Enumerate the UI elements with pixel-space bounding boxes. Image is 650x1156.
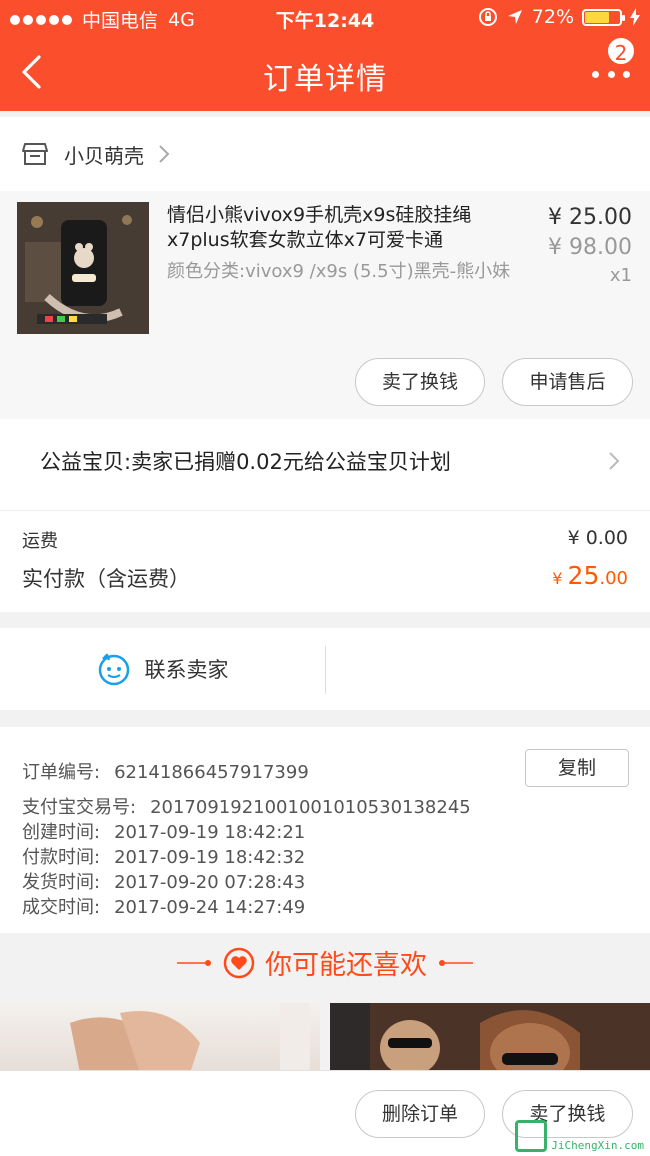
fee-summary: 运费 ¥ 0.00 实付款（含运费） ¥ 25.00 <box>0 511 650 612</box>
recommend-product-image-1[interactable] <box>0 1003 320 1073</box>
deal-time-label: 成交时间: <box>22 897 101 918</box>
bottom-action-bar: 删除订单 卖了换钱 JiChengXin.com <box>0 1070 650 1156</box>
more-dots-icon <box>592 70 599 78</box>
shop-name: 小贝萌壳 <box>64 143 144 168</box>
page-title: 订单详情 <box>263 62 387 97</box>
app-header: 中国电信 4G 下午12:44 72% 订单详情 2 <box>0 0 650 111</box>
decor-line-right-icon <box>437 958 473 968</box>
paid-decimal: .00 <box>599 568 628 589</box>
store-icon <box>22 143 48 165</box>
current-price: ¥ 25.00 <box>548 205 632 230</box>
sell-item-button[interactable]: 卖了换钱 <box>355 358 485 406</box>
status-bar: 中国电信 4G 下午12:44 72% <box>0 0 650 36</box>
watermark-text: JiChengXin.com <box>551 1139 644 1152</box>
copy-button[interactable]: 复制 <box>525 749 629 787</box>
charity-text: 公益宝贝:卖家已捐赠0.02元给公益宝贝计划 <box>40 450 451 474</box>
contact-bar: 联系卖家 <box>0 628 650 710</box>
notification-badge: 2 <box>606 36 636 66</box>
chevron-right-icon <box>158 144 170 164</box>
charging-bolt-icon <box>630 8 640 26</box>
shipping-value: ¥ 0.00 <box>567 527 628 549</box>
shop-row[interactable]: 小贝萌壳 <box>0 117 650 191</box>
order-number-label: 订单编号: <box>22 762 101 783</box>
paid-time-value: 2017-09-19 18:42:32 <box>114 847 306 868</box>
contact-seller-button[interactable]: 联系卖家 <box>0 628 325 710</box>
product-thumbnail[interactable] <box>17 202 149 334</box>
quantity: x1 <box>609 265 632 286</box>
paid-amount: ¥ 25.00 <box>552 561 628 590</box>
after-sale-button[interactable]: 申请售后 <box>502 358 633 406</box>
created-time-label: 创建时间: <box>22 822 101 843</box>
shipped-time-label: 发货时间: <box>22 872 101 893</box>
chat-face-icon <box>98 653 129 686</box>
created-time-value: 2017-09-19 18:42:21 <box>114 822 306 843</box>
deal-time-row: 成交时间: 2017-09-24 14:27:49 <box>22 893 305 919</box>
created-time-row: 创建时间: 2017-09-19 18:42:21 <box>22 818 305 844</box>
deal-time-value: 2017-09-24 14:27:49 <box>114 897 306 918</box>
contact-seller-label: 联系卖家 <box>144 658 229 682</box>
location-arrow-icon <box>507 10 522 24</box>
order-number-row: 订单编号: 62141866457917399 <box>22 758 309 784</box>
shipped-time-value: 2017-09-20 07:28:43 <box>114 872 306 893</box>
shipped-time-row: 发货时间: 2017-09-20 07:28:43 <box>22 868 305 894</box>
paid-time-label: 付款时间: <box>22 847 101 868</box>
order-item[interactable]: 情侣小熊vivox9手机壳x9s硅胶挂绳x7plus软套女款立体x7可爱卡通 颜… <box>0 191 650 419</box>
battery-percent: 72% <box>531 6 574 28</box>
order-number-value: 62141866457917399 <box>114 762 309 783</box>
recommend-title: 你可能还喜欢 <box>265 950 427 981</box>
alipay-trade-label: 支付宝交易号: <box>22 797 137 818</box>
battery-icon <box>582 8 625 26</box>
paid-time-row: 付款时间: 2017-09-19 18:42:32 <box>22 843 305 869</box>
alipay-trade-row: 支付宝交易号: 2017091921001001010530138245 <box>22 793 471 819</box>
product-spec: 颜色分类:vivox9 /x9s (5.5寸)黑壳-熊小妹 <box>167 261 511 282</box>
product-title[interactable]: 情侣小熊vivox9手机壳x9s硅胶挂绳x7plus软套女款立体x7可爱卡通 <box>167 203 517 253</box>
original-price: ¥ 98.00 <box>548 235 632 260</box>
chevron-right-icon <box>608 451 620 475</box>
watermark: JiChengXin.com <box>515 1120 644 1152</box>
paid-currency: ¥ <box>552 569 568 588</box>
recommend-header: 你可能还喜欢 <box>0 933 650 1003</box>
price-column: ¥ 25.00 ¥ 98.00 x1 <box>548 203 632 289</box>
paid-integer: 25 <box>567 561 600 590</box>
rotation-lock-icon <box>478 8 497 26</box>
charity-row[interactable]: 公益宝贝:卖家已捐赠0.02元给公益宝贝计划 <box>0 419 650 511</box>
decor-line-left-icon <box>177 958 213 968</box>
watermark-logo-icon <box>515 1120 548 1152</box>
delete-order-button[interactable]: 删除订单 <box>355 1090 485 1138</box>
battery-level <box>585 11 610 23</box>
paid-label: 实付款（含运费） <box>22 567 190 591</box>
order-info: 订单编号: 62141866457917399 复制 支付宝交易号: 2017091… <box>0 727 650 933</box>
alipay-trade-value: 2017091921001001010530138245 <box>150 797 471 818</box>
shipping-label: 运费 <box>22 531 58 552</box>
recommend-product-image-2[interactable] <box>330 1003 650 1073</box>
divider <box>325 646 326 694</box>
heart-icon <box>223 947 255 978</box>
